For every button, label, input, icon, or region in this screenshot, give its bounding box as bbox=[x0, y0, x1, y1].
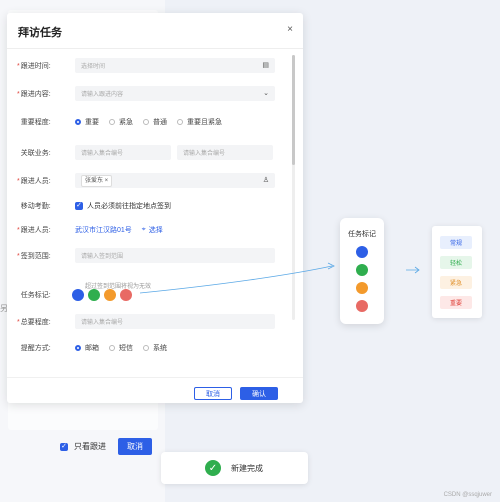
connector-arrow bbox=[139, 262, 335, 294]
status-item-0[interactable]: 常规 bbox=[440, 236, 472, 249]
status-card: 常规 轻松 紧急 重要 bbox=[432, 226, 482, 318]
task-mark-color-3[interactable] bbox=[356, 300, 368, 312]
status-item-3[interactable]: 重要 bbox=[440, 296, 472, 309]
watermark: CSDN @ssqjuwer bbox=[443, 492, 492, 498]
task-mark-color-1[interactable] bbox=[356, 264, 368, 276]
task-mark-title: 任务标记 bbox=[348, 231, 376, 238]
arrow-right-icon bbox=[406, 266, 420, 274]
status-item-2[interactable]: 紧急 bbox=[440, 276, 472, 289]
task-mark-color-2[interactable] bbox=[356, 282, 368, 294]
task-mark-color-0[interactable] bbox=[356, 246, 368, 258]
task-mark-card: 任务标记 bbox=[340, 218, 384, 324]
toast-text: 新建完成 bbox=[231, 463, 263, 473]
toast-notification: ✓ 新建完成 bbox=[161, 452, 308, 484]
status-item-1[interactable]: 轻松 bbox=[440, 256, 472, 269]
check-icon: ✓ bbox=[205, 460, 221, 476]
